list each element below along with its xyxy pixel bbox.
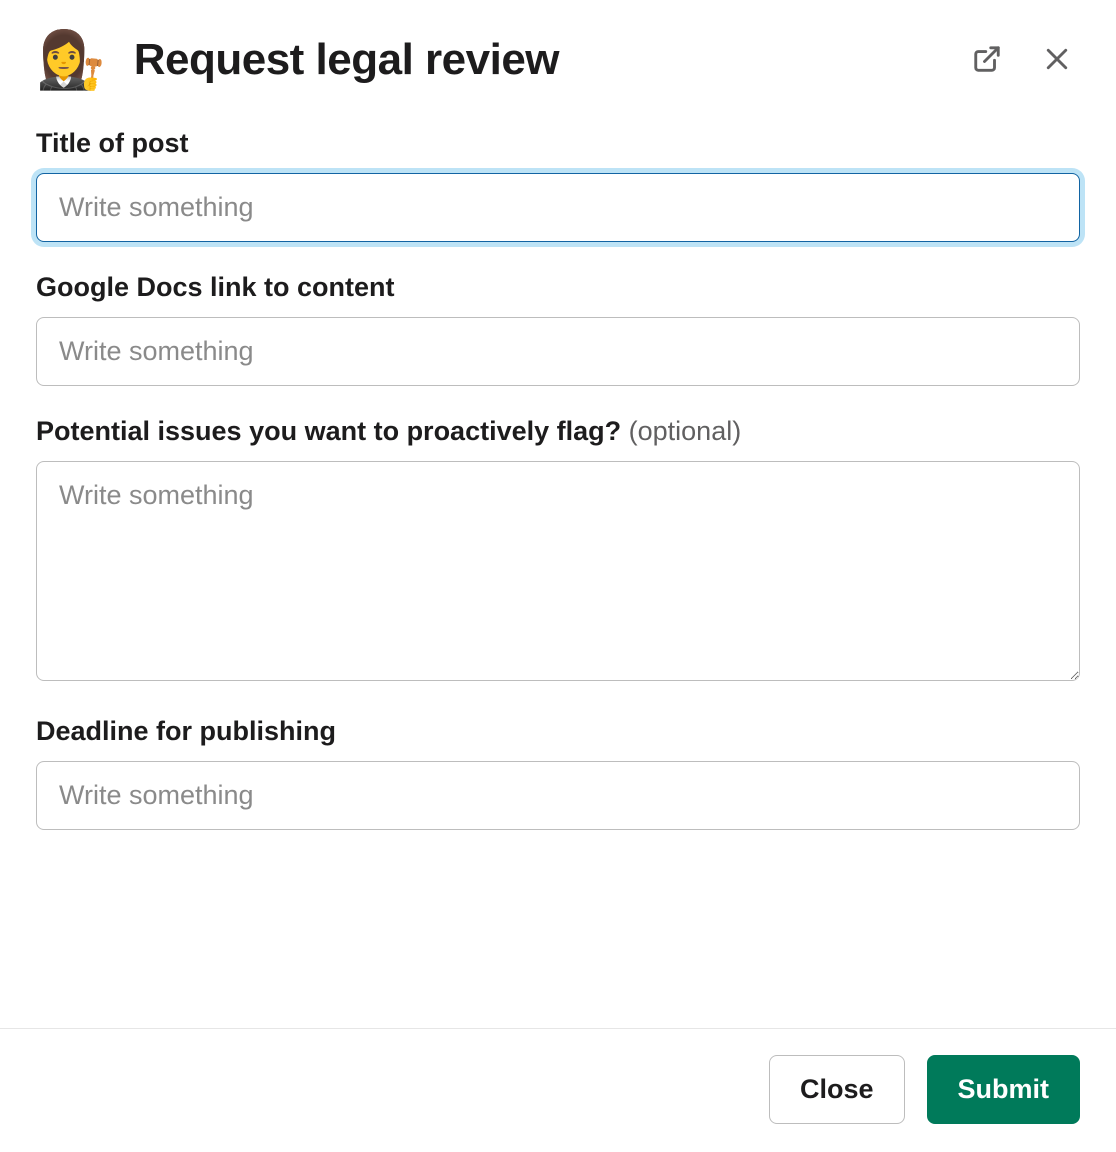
open-external-button[interactable] xyxy=(964,37,1010,83)
field-label-gdocs: Google Docs link to content xyxy=(36,272,1080,303)
judge-icon: 👩‍⚖️ xyxy=(36,32,106,88)
gdocs-link-input[interactable] xyxy=(36,317,1080,386)
header-actions xyxy=(964,37,1080,83)
field-deadline: Deadline for publishing xyxy=(36,716,1080,830)
modal-body: Title of post Google Docs link to conten… xyxy=(0,108,1116,1028)
modal-title: Request legal review xyxy=(134,35,964,85)
field-issues: Potential issues you want to proactively… xyxy=(36,416,1080,686)
field-label-title: Title of post xyxy=(36,128,1080,159)
issues-textarea[interactable] xyxy=(36,461,1080,681)
modal-footer: Close Submit xyxy=(0,1028,1116,1152)
field-gdocs-link: Google Docs link to content xyxy=(36,272,1080,386)
field-label-issues-optional: (optional) xyxy=(629,416,742,446)
close-icon xyxy=(1042,44,1072,77)
modal-header: 👩‍⚖️ Request legal review xyxy=(0,0,1116,108)
field-title-of-post: Title of post xyxy=(36,128,1080,242)
field-label-deadline: Deadline for publishing xyxy=(36,716,1080,747)
field-label-issues: Potential issues you want to proactively… xyxy=(36,416,1080,447)
external-link-icon xyxy=(972,44,1002,77)
field-label-issues-text: Potential issues you want to proactively… xyxy=(36,416,629,446)
close-modal-button[interactable] xyxy=(1034,37,1080,83)
modal-request-legal-review: 👩‍⚖️ Request legal review xyxy=(0,0,1116,1152)
deadline-input[interactable] xyxy=(36,761,1080,830)
title-of-post-input[interactable] xyxy=(36,173,1080,242)
submit-button[interactable]: Submit xyxy=(927,1055,1081,1124)
close-button[interactable]: Close xyxy=(769,1055,905,1124)
